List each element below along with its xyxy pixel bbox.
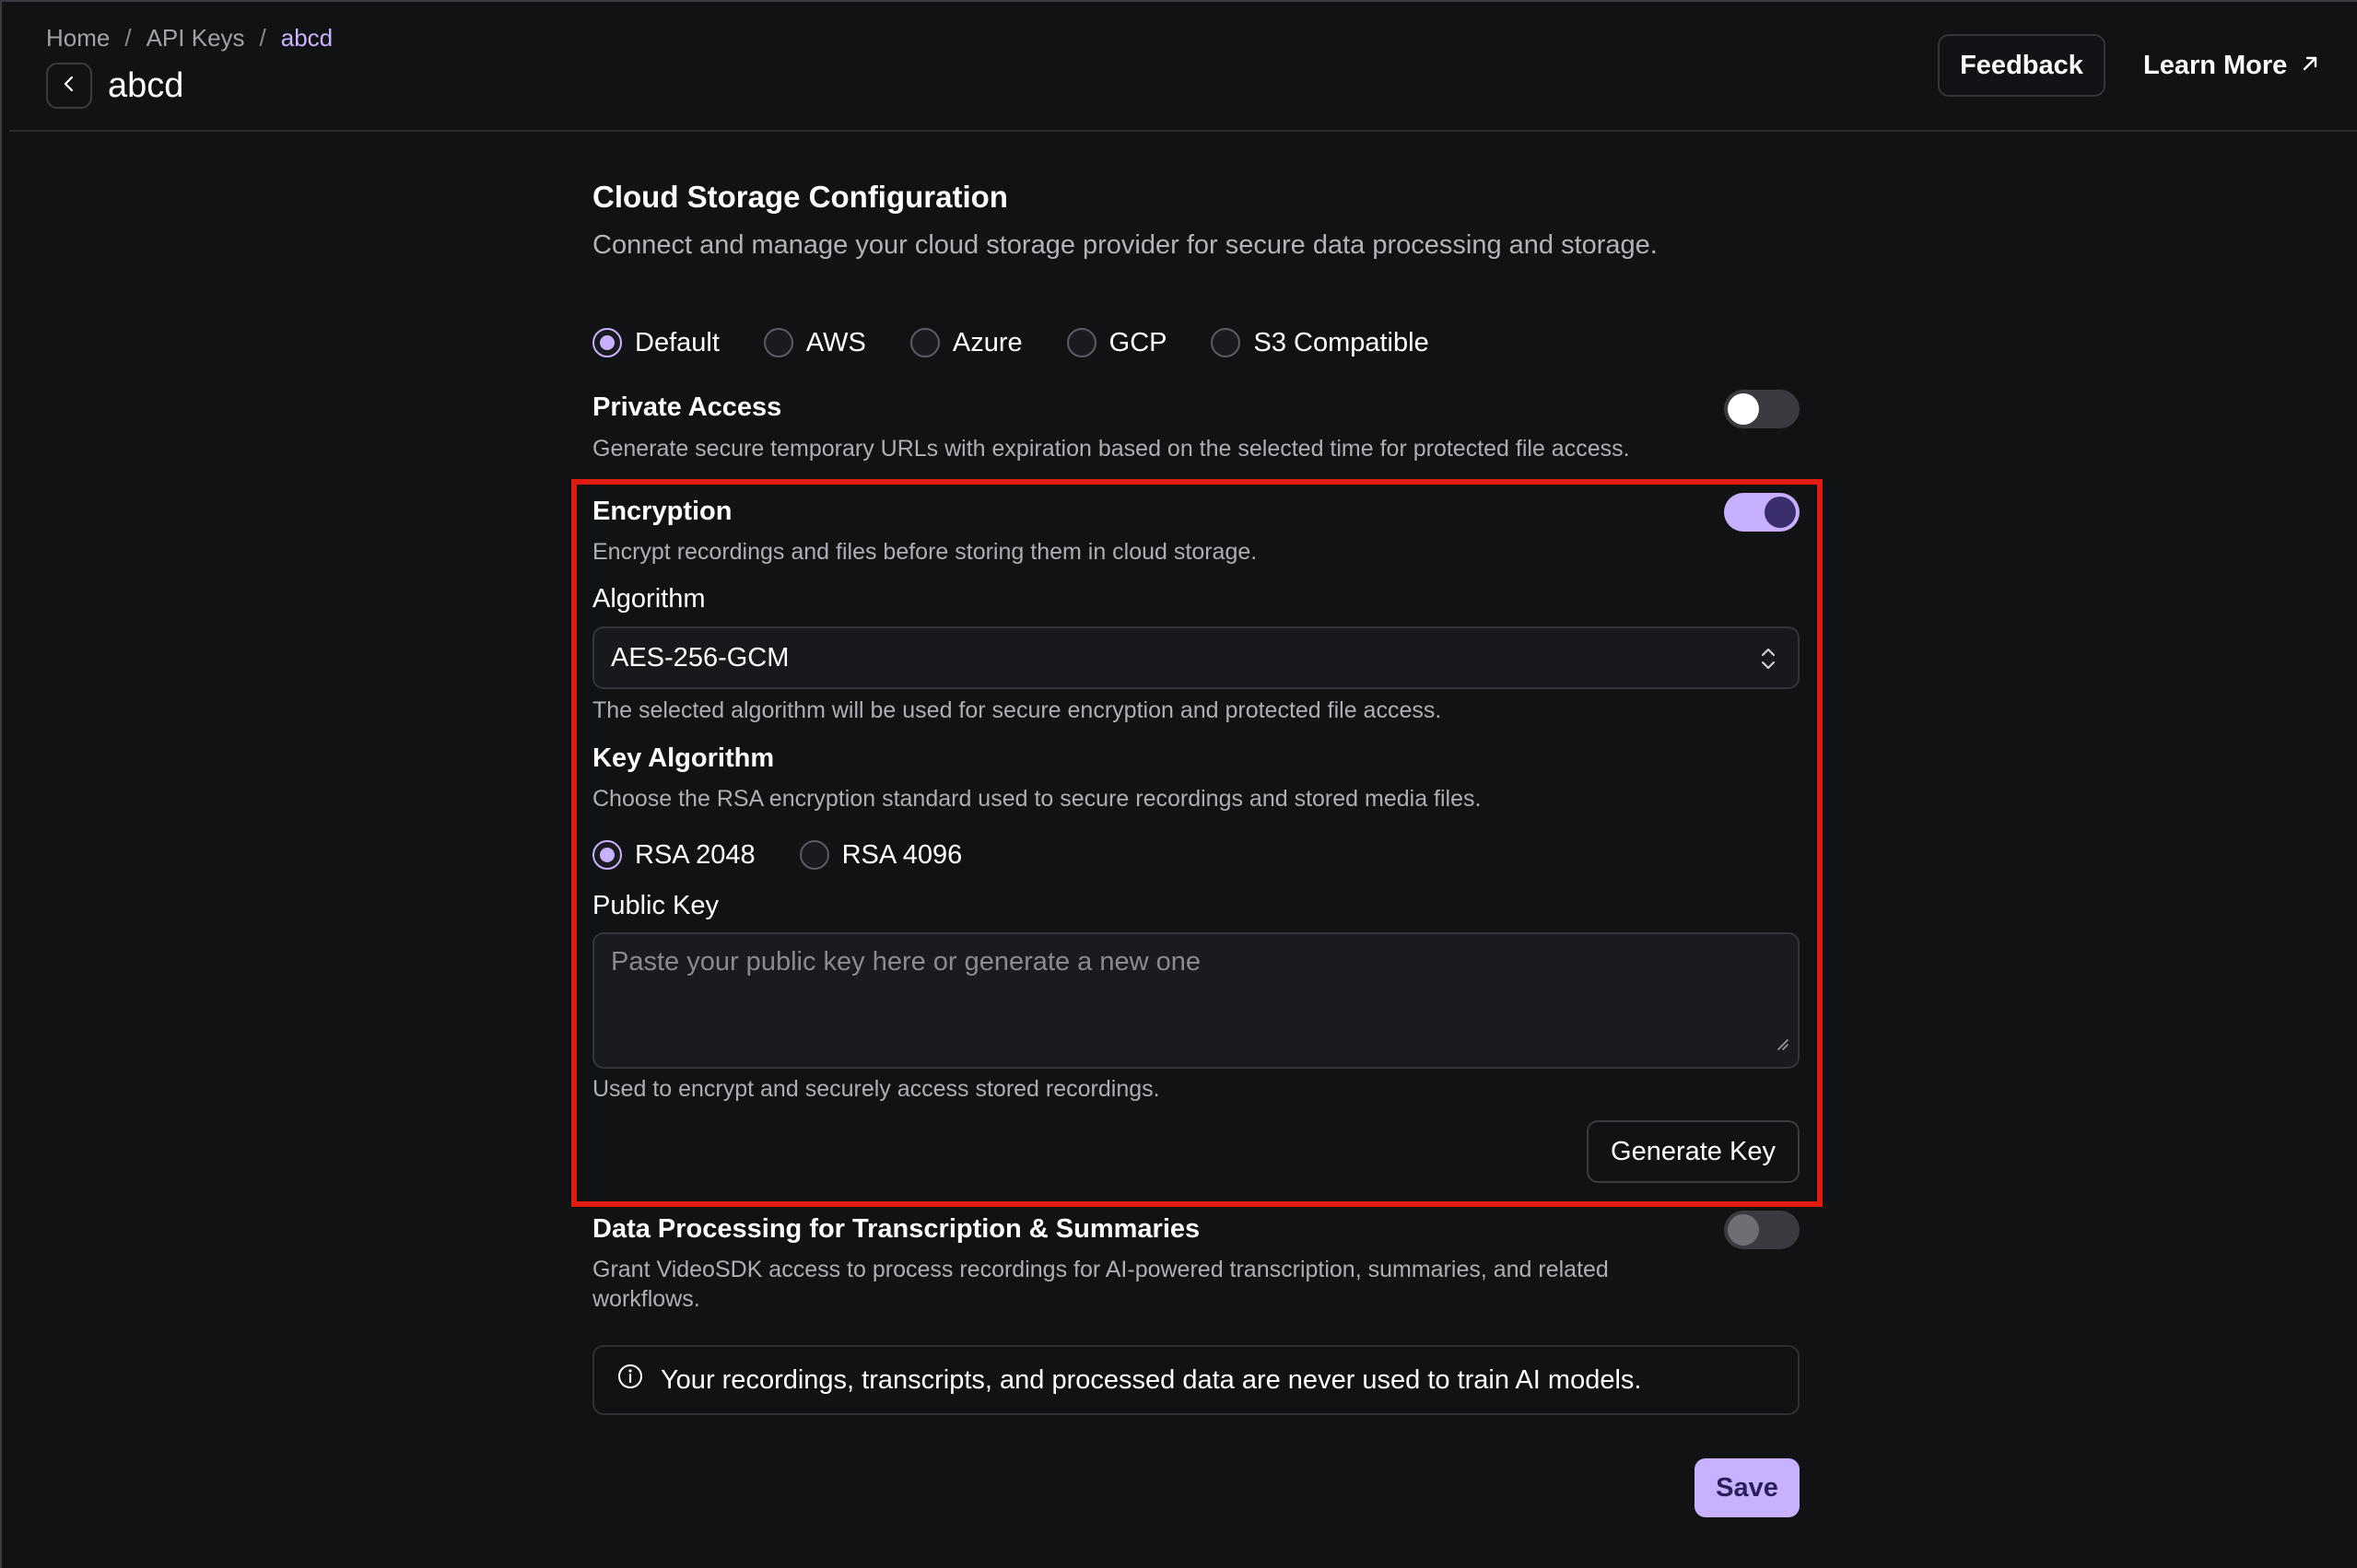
provider-default-option[interactable]: Default [592, 328, 720, 358]
resize-handle-icon[interactable] [1776, 1027, 1788, 1058]
learn-more-label: Learn More [2143, 50, 2288, 80]
provider-azure-option[interactable]: Azure [909, 327, 1023, 358]
feedback-button[interactable]: Feedback [1938, 34, 2105, 97]
key-algorithm-radio-group: RSA 2048 RSA 4096 [592, 837, 1006, 873]
provider-radio-group: Default AWS Azure GCP S3 Compatible [592, 324, 1473, 361]
privacy-notice: Your recordings, transcripts, and proces… [592, 1345, 1800, 1415]
provider-s3-compatible-option[interactable]: S3 Compatible [1211, 327, 1429, 358]
provider-label: AWS [805, 327, 866, 357]
algorithm-select[interactable]: AES-256-GCM [592, 626, 1800, 689]
encryption-description: Encrypt recordings and files before stor… [592, 539, 1258, 565]
external-link-arrow-icon [2300, 51, 2320, 81]
data-processing-description: Grant VideoSDK access to process recordi… [592, 1257, 1609, 1282]
privacy-notice-text: Your recordings, transcripts, and proces… [661, 1364, 1642, 1395]
breadcrumb: Home / API Keys / abcd [46, 24, 333, 53]
public-key-label: Public Key [592, 891, 720, 920]
provider-label: S3 Compatible [1253, 327, 1429, 357]
toggle-knob [1765, 497, 1796, 528]
generate-key-button[interactable]: Generate Key [1587, 1120, 1800, 1183]
save-button[interactable]: Save [1694, 1458, 1800, 1517]
key-option-label: RSA 4096 [841, 839, 963, 870]
algorithm-selected-value: AES-256-GCM [611, 642, 790, 673]
toggle-knob [1728, 393, 1759, 425]
public-key-textarea[interactable]: Paste your public key here or generate a… [592, 932, 1800, 1069]
algorithm-help-text: The selected algorithm will be used for … [592, 697, 1442, 723]
page-title: abcd [108, 66, 184, 105]
breadcrumb-separator: / [124, 24, 132, 52]
data-processing-toggle[interactable] [1724, 1211, 1800, 1249]
breadcrumb-current: abcd [280, 24, 334, 52]
radio-button[interactable] [909, 328, 940, 357]
provider-aws-option[interactable]: AWS [763, 327, 866, 358]
toggle-knob [1728, 1214, 1759, 1246]
rsa-4096-option[interactable]: RSA 4096 [799, 839, 963, 871]
breadcrumb-api-keys[interactable]: API Keys [147, 24, 245, 53]
public-key-placeholder: Paste your public key here or generate a… [611, 947, 1202, 977]
breadcrumb-separator: / [259, 24, 266, 52]
radio-button-checked[interactable] [592, 328, 622, 357]
info-icon [616, 1363, 644, 1398]
learn-more-link[interactable]: Learn More [2143, 34, 2320, 97]
chevron-left-icon [59, 74, 79, 99]
encryption-title: Encryption [592, 497, 733, 526]
data-processing-description-cont: workflows. [592, 1286, 700, 1312]
radio-button[interactable] [799, 840, 829, 870]
provider-label: GCP [1108, 327, 1167, 357]
radio-button[interactable] [1211, 328, 1241, 357]
provider-gcp-option[interactable]: GCP [1066, 327, 1167, 358]
data-processing-title: Data Processing for Transcription & Summ… [592, 1214, 1201, 1244]
key-algorithm-title: Key Algorithm [592, 743, 775, 773]
key-option-label: RSA 2048 [635, 839, 756, 870]
key-algorithm-description: Choose the RSA encryption standard used … [592, 786, 1482, 812]
page-header: Home / API Keys / abcd abcd Feedback Lea… [9, 0, 2357, 132]
provider-label: Default [635, 327, 720, 357]
public-key-help-text: Used to encrypt and securely access stor… [592, 1076, 1160, 1102]
rsa-2048-option[interactable]: RSA 2048 [592, 840, 756, 871]
provider-label: Azure [952, 327, 1023, 357]
private-access-title: Private Access [592, 392, 782, 422]
section-description: Connect and manage your cloud storage pr… [592, 230, 1658, 260]
private-access-description: Generate secure temporary URLs with expi… [592, 436, 1630, 462]
encryption-toggle[interactable] [1724, 493, 1800, 532]
algorithm-label: Algorithm [592, 584, 706, 614]
radio-button[interactable] [1066, 328, 1096, 357]
radio-button-checked[interactable] [592, 840, 622, 870]
private-access-toggle[interactable] [1724, 390, 1800, 428]
section-title: Cloud Storage Configuration [592, 180, 1008, 214]
breadcrumb-home[interactable]: Home [46, 24, 110, 53]
back-button[interactable] [46, 63, 92, 109]
chevron-up-down-icon [1757, 645, 1779, 680]
radio-button[interactable] [763, 328, 793, 357]
